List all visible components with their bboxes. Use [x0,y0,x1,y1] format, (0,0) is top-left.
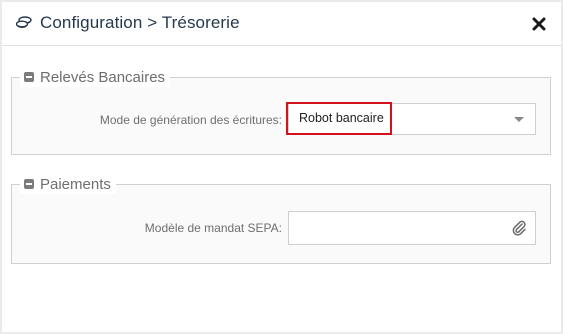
coins-icon [16,16,32,28]
paiements-legend[interactable]: Paiements [20,174,116,194]
releves-bancaires-section: Relevés Bancaires Mode de génération des… [11,67,551,155]
mandat-sepa-label: Modèle de mandat SEPA: [144,221,282,235]
collapse-icon[interactable] [24,72,34,82]
chevron-down-icon[interactable] [514,117,524,122]
close-icon[interactable] [531,14,547,32]
mandat-sepa-file-input[interactable] [288,211,536,245]
releves-bancaires-legend-text: Relevés Bancaires [40,68,166,86]
paperclip-icon[interactable] [511,219,527,237]
releves-bancaires-legend[interactable]: Relevés Bancaires [20,67,171,87]
dialog-header: Configuration > Trésorerie [2,2,561,46]
mode-generation-label: Mode de génération des écritures: [99,113,282,127]
dialog-title: Configuration > Trésorerie [40,13,240,32]
paiements-legend-text: Paiements [40,175,111,193]
paiements-section: Paiements Modèle de mandat SEPA: [11,174,551,264]
configuration-dialog: Configuration > Trésorerie Relevés Banca… [2,2,561,332]
highlight-box [286,102,392,135]
collapse-icon[interactable] [24,179,34,189]
